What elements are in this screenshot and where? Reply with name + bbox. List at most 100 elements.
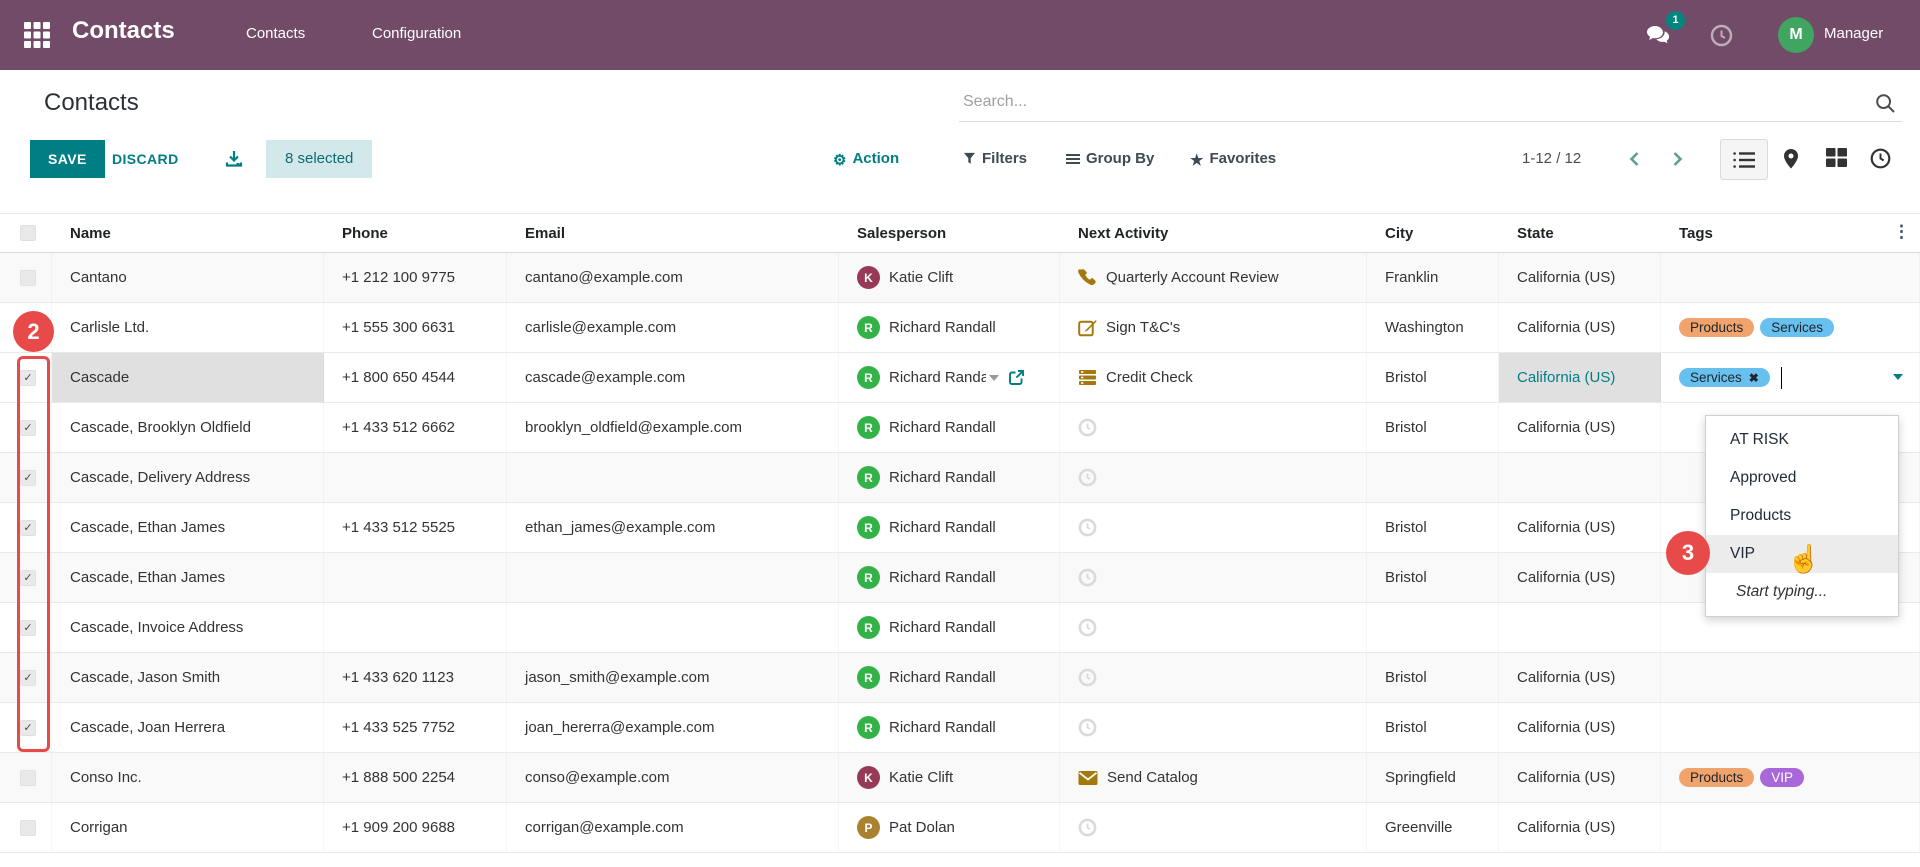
cell-state: California (US) (1499, 653, 1661, 702)
cell-city-text: Bristol (1385, 669, 1427, 686)
clock-empty-icon[interactable] (1078, 618, 1097, 637)
dropdown-start-typing[interactable]: Start typing... (1706, 573, 1898, 611)
column-header-city[interactable]: City (1367, 225, 1499, 242)
column-header-tags[interactable]: Tags (1661, 225, 1920, 242)
envelope-activity-icon[interactable] (1078, 770, 1098, 786)
save-button[interactable]: SAVE (30, 140, 105, 178)
bars-activity-icon[interactable] (1078, 369, 1097, 386)
search-icon[interactable] (1875, 93, 1896, 119)
salesperson-name: Richard Randall (889, 519, 996, 536)
dropdown-item-products[interactable]: Products (1706, 497, 1898, 535)
table-row[interactable]: Carlisle Ltd.+1 555 300 6631carlisle@exa… (0, 303, 1920, 353)
cell-email: conso@example.com (507, 753, 839, 802)
tags-dropdown: AT RISKApprovedProductsVIPStart typing..… (1705, 415, 1899, 617)
filters-button[interactable]: Filters (963, 140, 1027, 178)
clock-empty-icon[interactable] (1078, 818, 1097, 837)
annotation-rectangle (17, 356, 50, 752)
table-row[interactable]: Cantano+1 212 100 9775cantano@example.co… (0, 253, 1920, 303)
state-value: California (US) (1517, 719, 1615, 736)
chat-icon[interactable] (1645, 23, 1671, 52)
table-row[interactable]: ✓Cascade, Jason Smith+1 433 620 1123jaso… (0, 653, 1920, 703)
table-row[interactable]: ✓Cascade, Delivery AddressRRichard Randa… (0, 453, 1920, 503)
clock-empty-icon[interactable] (1078, 668, 1097, 687)
select-all-checkbox[interactable] (20, 225, 36, 241)
external-link-icon[interactable] (1008, 369, 1025, 386)
tags-caret-down-icon[interactable] (1893, 374, 1903, 380)
cell-city: Bristol (1367, 653, 1499, 702)
activity-view-button[interactable] (1870, 148, 1891, 174)
dots-vertical-icon[interactable]: ⋮ (1893, 222, 1910, 242)
state-value: California (US) (1517, 319, 1615, 336)
row-checkbox[interactable] (20, 820, 36, 836)
apps-grid-icon[interactable] (24, 22, 50, 48)
map-view-button[interactable] (1782, 148, 1800, 175)
table-row[interactable]: ✓Cascade, Ethan JamesRRichard RandallBri… (0, 553, 1920, 603)
clock-empty-icon[interactable] (1078, 568, 1097, 587)
row-checkbox[interactable] (20, 270, 36, 286)
table-body: Cantano+1 212 100 9775cantano@example.co… (0, 253, 1920, 853)
cell-salesperson: RRichard Randall (839, 303, 1060, 352)
table-row[interactable]: ✓Cascade, Brooklyn Oldfield+1 433 512 66… (0, 403, 1920, 453)
cell-state: California (US) (1499, 553, 1661, 602)
action-menu-button[interactable]: ⚙Action (833, 140, 899, 178)
cell-email: cascade@example.com (507, 353, 839, 402)
table-row[interactable]: ✓Cascade+1 800 650 4544cascade@example.c… (0, 353, 1920, 403)
selected-count-badge[interactable]: 8 selected (266, 140, 372, 178)
caret-down-icon[interactable] (989, 375, 999, 381)
column-header-next-activity[interactable]: Next Activity (1060, 225, 1367, 242)
state-value: California (US) (1517, 369, 1615, 386)
clock-empty-icon[interactable] (1078, 418, 1097, 437)
download-icon[interactable] (224, 149, 244, 174)
chevron-right-icon[interactable] (1669, 151, 1685, 172)
group-by-button[interactable]: Group By (1066, 140, 1154, 178)
pencil-activity-icon[interactable] (1078, 318, 1097, 337)
table-row[interactable]: ✓Cascade, Ethan James+1 433 512 5525etha… (0, 503, 1920, 553)
salesperson-avatar: R (857, 316, 880, 339)
favorites-button[interactable]: ★Favorites (1190, 140, 1276, 178)
cell-name-text: Cascade, Jason Smith (70, 669, 220, 686)
cell-next-activity (1060, 553, 1367, 602)
clock-empty-icon[interactable] (1078, 518, 1097, 537)
cell-name: Cantano (52, 253, 324, 302)
salesperson-name: Richard Randall (889, 719, 996, 736)
table-row[interactable]: Conso Inc.+1 888 500 2254conso@example.c… (0, 753, 1920, 803)
kanban-view-button[interactable] (1826, 148, 1847, 172)
table-row[interactable]: ✓Cascade, Joan Herrera+1 433 525 7752joa… (0, 703, 1920, 753)
column-header-name[interactable]: Name (52, 225, 324, 242)
user-avatar[interactable]: M (1778, 17, 1814, 53)
cell-city-text: Springfield (1385, 769, 1456, 786)
salesperson-avatar: R (857, 716, 880, 739)
search-input[interactable] (959, 86, 1819, 118)
table-row[interactable]: Corrigan+1 909 200 9688corrigan@example.… (0, 803, 1920, 853)
clock-empty-icon[interactable] (1078, 718, 1097, 737)
cell-name-text: Cascade (70, 369, 129, 386)
cell-name-text: Cascade, Delivery Address (70, 469, 250, 486)
tag-label: Products (1690, 320, 1743, 335)
clock-empty-icon[interactable] (1078, 468, 1097, 487)
column-header-salesperson[interactable]: Salesperson (839, 225, 1060, 242)
discard-button[interactable]: DISCARD (112, 140, 179, 178)
phone-activity-icon[interactable] (1078, 268, 1097, 287)
list-view-button[interactable] (1720, 139, 1768, 180)
table-row[interactable]: ✓Cascade, Invoice AddressRRichard Randal… (0, 603, 1920, 653)
cell-email: carlisle@example.com (507, 303, 839, 352)
cell-phone-text: +1 433 525 7752 (342, 719, 455, 736)
column-header-phone[interactable]: Phone (324, 225, 507, 242)
user-name[interactable]: Manager (1824, 25, 1883, 42)
cell-phone-text: +1 433 512 6662 (342, 419, 455, 436)
column-header-state[interactable]: State (1499, 225, 1661, 242)
search-bar (959, 86, 1902, 122)
dropdown-item-at-risk[interactable]: AT RISK (1706, 421, 1898, 459)
nav-menu-configuration[interactable]: Configuration (372, 25, 461, 42)
cell-next-activity: Send Catalog (1060, 753, 1367, 802)
chevron-left-icon[interactable] (1627, 151, 1643, 172)
row-checkbox[interactable] (20, 770, 36, 786)
column-header-email[interactable]: Email (507, 225, 839, 242)
close-x-icon[interactable]: ✖ (1749, 371, 1759, 385)
cell-tags (1661, 703, 1920, 752)
nav-menu-contacts[interactable]: Contacts (246, 25, 305, 42)
dropdown-item-approved[interactable]: Approved (1706, 459, 1898, 497)
activity-clock-icon[interactable] (1710, 24, 1733, 52)
chat-unread-badge[interactable]: 1 (1666, 11, 1685, 30)
top-navbar: Contacts Contacts Configuration 1 M Mana… (0, 0, 1920, 70)
